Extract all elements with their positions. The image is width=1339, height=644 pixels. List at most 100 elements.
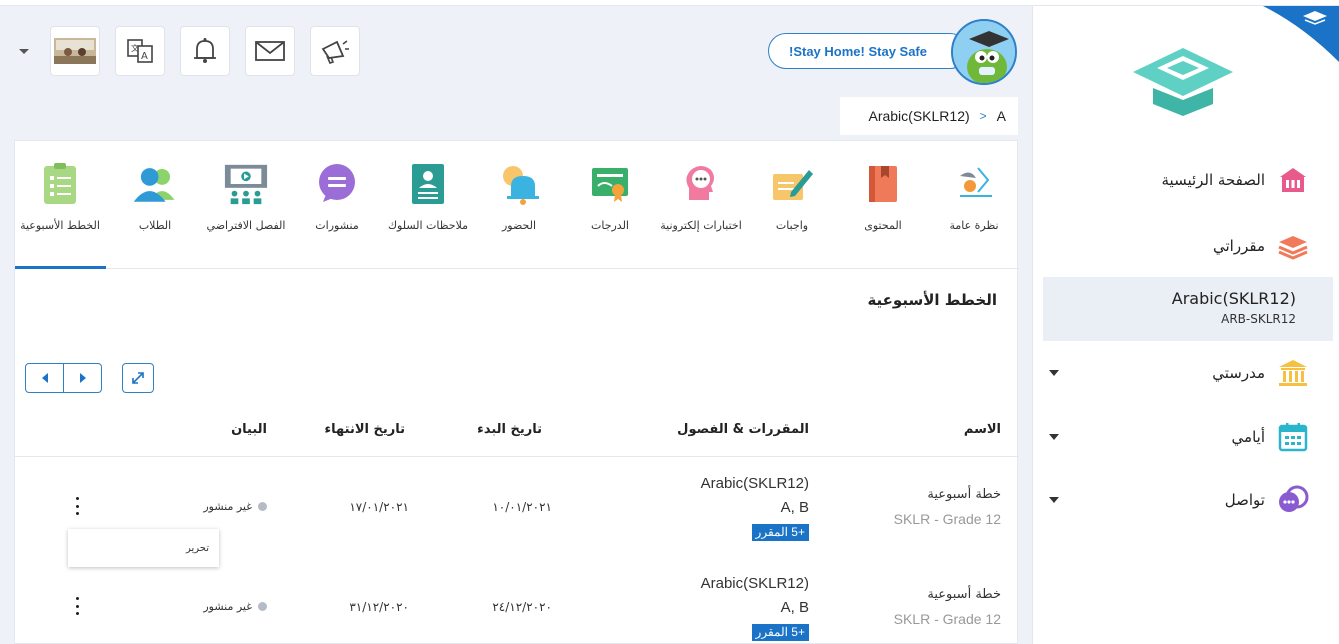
status-badge: غير منشور <box>203 500 267 513</box>
columns-building-icon <box>1277 357 1309 389</box>
pager <box>25 363 102 393</box>
communication-expand-caret[interactable] <box>1049 497 1059 503</box>
app-logo <box>1133 48 1233 116</box>
language-icon[interactable]: A文 <box>115 26 165 76</box>
sidebar: الصفحة الرئيسية مقرراتي Arabic(SKLR12) A… <box>1032 6 1339 644</box>
status-dot <box>258 602 267 611</box>
tab-grades[interactable]: الدرجات <box>565 161 655 232</box>
sidebar-item-home[interactable]: الصفحة الرئيسية <box>1162 164 1310 196</box>
tab-label: منشورات <box>315 219 359 232</box>
row-end-date: ١٧/٠١/٢٠٢١ <box>349 500 409 514</box>
course-name: Arabic(SKLR12) <box>700 575 809 592</box>
sidebar-item-label: مقرراتي <box>1213 237 1265 255</box>
tab-label: ملاحظات السلوك <box>387 219 469 232</box>
header-status: البيان <box>231 422 267 437</box>
profile-dropdown-caret[interactable] <box>19 49 29 54</box>
breadcrumb: Arabic(SKLR12) > A <box>840 97 1018 135</box>
tab-label: نظرة عامة <box>949 219 999 232</box>
main-card: نظرة عامة المحتوى واجبات اختبارات إلكترو… <box>14 140 1019 644</box>
tab-label: الخطط الأسبوعية <box>20 219 100 232</box>
quiz-icon <box>678 161 724 207</box>
expand-icon <box>132 372 144 384</box>
breadcrumb-separator: > <box>979 109 987 123</box>
row-menu-button[interactable] <box>73 597 81 615</box>
header-name: الاسم <box>963 422 1001 437</box>
row-end-date: ٣١/١٢/٢٠٢٠ <box>349 600 409 614</box>
status-dot <box>258 502 267 511</box>
my-school-expand-caret[interactable] <box>1049 370 1059 376</box>
more-courses-badge[interactable]: +5 المقرر <box>751 624 809 641</box>
prev-button[interactable] <box>26 364 63 392</box>
behavior-icon <box>405 161 451 207</box>
breadcrumb-section[interactable]: A <box>997 108 1006 124</box>
header-courses: المقررات & الفصول <box>677 422 809 437</box>
row-name[interactable]: خطة أسبوعية <box>927 487 1001 502</box>
row-start-date: ١٠/٠١/٢٠٢١ <box>492 500 552 514</box>
assignment-icon <box>769 161 815 207</box>
calendar-icon <box>1277 421 1309 453</box>
sidebar-item-my-days[interactable]: أيامي <box>1232 421 1309 453</box>
tab-behavior[interactable]: ملاحظات السلوك <box>383 161 473 232</box>
school-building-icon <box>1277 164 1309 196</box>
row-menu-button[interactable] <box>73 497 81 515</box>
row-grade: SKLR - Grade 12 <box>893 511 1001 527</box>
active-course-title: Arabic(SKLR12) <box>1171 289 1296 308</box>
weekly-plan-icon <box>37 161 83 207</box>
row-grade: SKLR - Grade 12 <box>893 611 1001 627</box>
sidebar-item-label: تواصل <box>1224 491 1265 509</box>
tab-posts[interactable]: منشورات <box>292 161 382 232</box>
megaphone-icon[interactable] <box>310 26 360 76</box>
svg-text:文: 文 <box>131 43 139 53</box>
course-sections: A, B <box>780 499 809 516</box>
tab-assignments[interactable]: واجبات <box>747 161 837 232</box>
bell-icon[interactable] <box>180 26 230 76</box>
active-tab-indicator <box>15 266 106 269</box>
more-courses-badge[interactable]: +5 المقرر <box>751 524 809 541</box>
tab-quizzes[interactable]: اختبارات إلكترونية <box>656 161 746 232</box>
row-menu-popup: تحرير <box>68 529 219 567</box>
breadcrumb-course[interactable]: Arabic(SKLR12) <box>868 108 969 124</box>
tab-students[interactable]: الطلاب <box>110 161 200 232</box>
mail-icon[interactable] <box>245 26 295 76</box>
stay-home-button[interactable]: !Stay Home! Stay Safe <box>768 33 968 69</box>
sidebar-active-course[interactable]: Arabic(SKLR12) ARB-SKLR12 <box>1043 277 1333 341</box>
attendance-bell-icon <box>496 161 542 207</box>
tab-overview[interactable]: نظرة عامة <box>929 161 1019 232</box>
sidebar-item-my-courses[interactable]: مقرراتي <box>1213 230 1309 262</box>
tab-weekly-plans[interactable]: الخطط الأسبوعية <box>15 161 105 232</box>
row-course: Arabic(SKLR12) A, B +5 المقرر <box>701 472 809 544</box>
header-divider <box>15 456 1019 457</box>
row-course: Arabic(SKLR12) A, B +5 المقرر <box>701 572 809 644</box>
book-icon <box>860 161 906 207</box>
tab-label: الفصل الافتراضي <box>206 219 286 232</box>
tab-label: الطلاب <box>138 219 172 232</box>
tab-virtual-class[interactable]: الفصل الافتراضي <box>201 161 291 232</box>
profile-thumbnail[interactable] <box>50 26 100 76</box>
sidebar-item-communication[interactable]: تواصل <box>1225 484 1309 516</box>
sidebar-item-my-school[interactable]: مدرستي <box>1212 357 1309 389</box>
virtual-class-icon <box>223 161 269 207</box>
course-name: Arabic(SKLR12) <box>700 475 809 492</box>
row-name[interactable]: خطة أسبوعية <box>927 587 1001 602</box>
tab-label: المحتوى <box>864 219 902 232</box>
active-course-code: ARB-SKLR12 <box>1221 312 1296 326</box>
tab-label: الحضور <box>501 219 537 232</box>
posts-icon <box>314 161 360 207</box>
my-days-expand-caret[interactable] <box>1049 434 1059 440</box>
avatar[interactable] <box>951 19 1017 85</box>
status-text: غير منشور <box>203 600 252 613</box>
svg-text:A: A <box>141 51 148 62</box>
tab-label: واجبات <box>775 219 809 232</box>
next-button[interactable] <box>63 364 101 392</box>
tab-content[interactable]: المحتوى <box>838 161 928 232</box>
chat-bubbles-icon <box>1277 484 1309 516</box>
header-end: تاريخ الانتهاء <box>324 422 405 437</box>
tab-attendance[interactable]: الحضور <box>474 161 564 232</box>
course-sections: A, B <box>780 599 809 616</box>
course-tabs: نظرة عامة المحتوى واجبات اختبارات إلكترو… <box>15 141 1019 269</box>
edit-menu-item[interactable]: تحرير <box>186 543 209 554</box>
row-start-date: ٢٤/١٢/٢٠٢٠ <box>492 600 552 614</box>
corner-badge <box>1263 6 1339 62</box>
sidebar-item-label: مدرستي <box>1212 364 1265 382</box>
expand-button[interactable] <box>122 363 154 393</box>
